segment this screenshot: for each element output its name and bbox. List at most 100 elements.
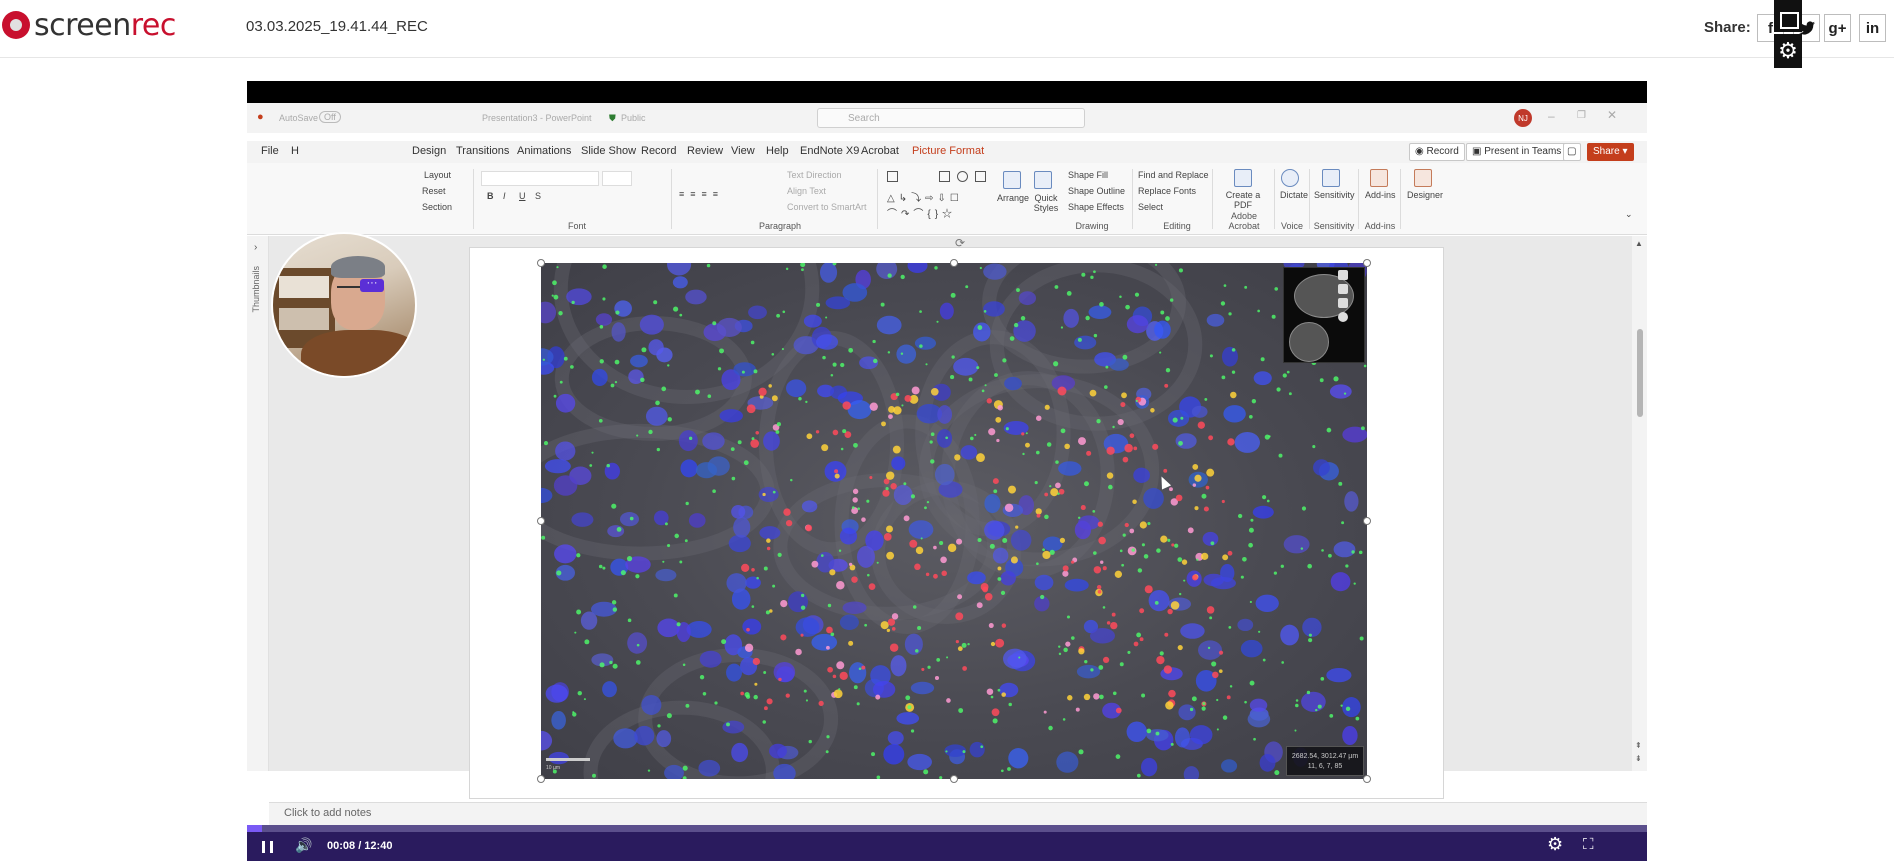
rna-signal-red [1097, 521, 1103, 527]
scroll-up-icon[interactable]: ▲ [1635, 239, 1643, 248]
arrange-icon[interactable] [1003, 171, 1021, 189]
tab-animations[interactable]: Animations [517, 145, 571, 157]
google-plus-share-button[interactable]: g+ [1824, 14, 1851, 42]
font-size-input[interactable] [602, 171, 632, 186]
quick-styles-button[interactable]: Quick Styles [1033, 193, 1059, 213]
ppt-record-button[interactable]: ◉ Record [1409, 143, 1465, 161]
addins-button[interactable]: Add-ins [1365, 190, 1396, 200]
shape-effects-button[interactable]: Shape Effects [1068, 202, 1124, 212]
sensitivity-button[interactable]: Sensitivity [1314, 190, 1355, 200]
autosave-toggle[interactable]: Off [319, 111, 341, 123]
addins-icon[interactable] [1370, 169, 1388, 187]
reset-button[interactable]: Reset [422, 186, 446, 196]
oval-shape-icon[interactable] [957, 171, 968, 182]
ppt-search-input[interactable]: Search [817, 108, 1085, 128]
fullscreen-icon[interactable]: ⛶ [1583, 836, 1594, 853]
shapes-gallery[interactable]: △↳⤵⇨⇩☐ [887, 189, 963, 204]
strikethrough-icon[interactable]: S [535, 191, 541, 201]
ppt-share-button[interactable]: Share ▾ [1587, 143, 1634, 161]
scroll-thumb[interactable] [1637, 329, 1643, 417]
resize-handle[interactable] [537, 259, 545, 267]
arrange-button[interactable]: Arrange [997, 193, 1029, 203]
tab-endnote[interactable]: EndNote X9 [800, 145, 859, 157]
align-text-button[interactable]: Align Text [787, 186, 826, 196]
floating-screen-icon[interactable] [1774, 0, 1802, 32]
prev-slide-icon[interactable]: ⇞ [1635, 741, 1642, 750]
video-frame[interactable]: ● AutoSave Off Presentation3 - PowerPoin… [247, 103, 1647, 825]
linkedin-share-button[interactable]: in [1859, 14, 1886, 42]
vertical-scrollbar[interactable]: ▲ ⇞ ⇟ [1632, 236, 1647, 771]
replace-fonts-button[interactable]: Replace Fonts [1138, 186, 1196, 196]
inset-tool-icon[interactable] [1338, 284, 1348, 294]
font-family-input[interactable] [481, 171, 599, 186]
rectangle-shape-icon[interactable] [939, 171, 950, 182]
close-icon[interactable]: ✕ [1607, 108, 1617, 122]
present-in-teams-button[interactable]: ▣ Present in Teams [1466, 143, 1568, 161]
create-pdf-button[interactable]: Create a PDF [1222, 190, 1264, 210]
inset-tool-icon[interactable] [1338, 298, 1348, 308]
dictate-button[interactable]: Dictate [1280, 190, 1308, 200]
webcam-overlay[interactable]: ··· [271, 232, 417, 378]
expand-chevron-icon[interactable]: › [254, 242, 257, 253]
tab-slide-show[interactable]: Slide Show [581, 145, 636, 157]
resize-handle[interactable] [950, 259, 958, 267]
quick-styles-icon[interactable] [1034, 171, 1052, 189]
underline-icon[interactable]: U [519, 191, 526, 201]
bold-icon[interactable]: B [487, 191, 494, 201]
tab-acrobat[interactable]: Acrobat [861, 145, 899, 157]
layout-button[interactable]: Layout [424, 170, 451, 180]
resize-handle[interactable] [537, 517, 545, 525]
select-button[interactable]: Select [1138, 202, 1163, 212]
designer-icon[interactable] [1414, 169, 1432, 187]
restore-icon[interactable]: ❐ [1577, 110, 1586, 121]
floating-gear-icon[interactable]: ⚙ [1774, 34, 1802, 68]
resize-handle[interactable] [1363, 517, 1371, 525]
comments-icon[interactable]: ▢ [1563, 143, 1581, 161]
tab-help[interactable]: Help [766, 145, 789, 157]
thumbnails-pane[interactable]: › Thumbnails [247, 236, 269, 771]
create-pdf-icon[interactable] [1234, 169, 1252, 187]
webcam-more-icon[interactable]: ··· [360, 278, 384, 292]
tab-view[interactable]: View [731, 145, 755, 157]
tab-transitions[interactable]: Transitions [456, 145, 509, 157]
shapes-gallery-row[interactable]: ⌒↷⌒{}☆ [887, 205, 956, 220]
section-button[interactable]: Section [422, 202, 452, 212]
find-replace-button[interactable]: Find and Replace [1138, 170, 1209, 180]
paragraph-align-icons[interactable]: ≡≡≡≡ [679, 189, 724, 199]
shape-fill-button[interactable]: Shape Fill [1068, 170, 1108, 180]
progress-bar[interactable] [247, 825, 1647, 832]
text-direction-button[interactable]: Text Direction [787, 170, 842, 180]
user-avatar[interactable]: NJ [1514, 109, 1532, 127]
inset-gear-icon[interactable] [1338, 312, 1348, 322]
sensitivity-icon[interactable] [1322, 169, 1340, 187]
tab-home[interactable]: H [291, 145, 299, 157]
tab-record[interactable]: Record [641, 145, 676, 157]
resize-handle[interactable] [950, 775, 958, 783]
tab-design[interactable]: Design [412, 145, 446, 157]
resize-handle[interactable] [537, 775, 545, 783]
video-player[interactable]: ● AutoSave Off Presentation3 - PowerPoin… [247, 81, 1647, 861]
camera-icon[interactable] [1338, 270, 1348, 280]
designer-button[interactable]: Designer [1407, 190, 1443, 200]
pause-icon[interactable] [262, 841, 273, 853]
tab-picture-format[interactable]: Picture Format [912, 145, 984, 157]
microphone-icon[interactable] [1281, 169, 1299, 187]
minimize-icon[interactable]: – [1548, 109, 1555, 123]
italic-icon[interactable]: I [503, 191, 506, 201]
next-slide-icon[interactable]: ⇟ [1635, 754, 1642, 763]
tab-file[interactable]: File [261, 145, 279, 157]
resize-handle[interactable] [1363, 775, 1371, 783]
microscopy-image[interactable]: 10 µm 2682.54, 3012.47 µm 11, 6, 7, 85 [541, 263, 1367, 779]
shape-outline-button[interactable]: Shape Outline [1068, 186, 1125, 196]
notes-pane[interactable]: Click to add notes [269, 802, 1647, 825]
rotate-handle-icon[interactable]: ⟳ [955, 236, 965, 250]
convert-smartart-button[interactable]: Convert to SmartArt [787, 202, 867, 212]
resize-handle[interactable] [1363, 259, 1371, 267]
collapse-ribbon-icon[interactable]: ⌄ [1625, 209, 1633, 220]
tab-review[interactable]: Review [687, 145, 723, 157]
rounded-rect-shape-icon[interactable] [975, 171, 986, 182]
textbox-shape-icon[interactable] [887, 171, 898, 182]
settings-gear-icon[interactable]: ⚙ [1547, 834, 1563, 855]
screenrec-logo[interactable]: screenrec [2, 8, 176, 43]
volume-icon[interactable]: 🔊 [295, 837, 312, 854]
